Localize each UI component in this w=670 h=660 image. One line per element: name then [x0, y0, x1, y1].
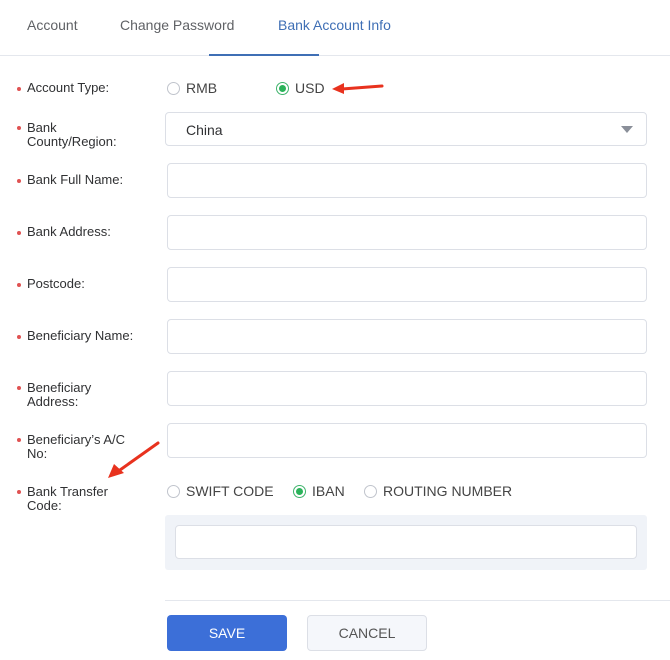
- required-dot: [17, 335, 21, 339]
- beneficiary-address-label: Beneficiary Address:: [17, 381, 157, 409]
- bank-country-select[interactable]: China: [165, 112, 647, 146]
- bank-address-input[interactable]: [167, 215, 647, 250]
- tab-bar: Account Change Password Bank Account Inf…: [0, 0, 670, 56]
- radio-circle-checked[interactable]: [293, 484, 306, 498]
- required-dot: [17, 386, 21, 390]
- required-dot: [17, 438, 21, 442]
- required-dot: [17, 126, 21, 130]
- required-dot: [17, 231, 21, 235]
- transfer-code-input[interactable]: [175, 525, 637, 559]
- postcode-label: Postcode:: [17, 277, 157, 291]
- required-dot: [17, 490, 21, 494]
- radio-circle[interactable]: [167, 484, 180, 498]
- radio-routing-number[interactable]: ROUTING NUMBER: [364, 483, 512, 499]
- save-button[interactable]: SAVE: [167, 615, 287, 651]
- bank-full-name-label: Bank Full Name:: [17, 173, 157, 187]
- radio-circle[interactable]: [167, 81, 180, 95]
- radio-swift-code[interactable]: SWIFT CODE: [167, 483, 274, 499]
- divider: [165, 600, 670, 601]
- bank-country-label: Bank County/Region:: [17, 121, 157, 149]
- active-tab-indicator: [209, 54, 319, 56]
- beneficiary-address-input[interactable]: [167, 371, 647, 406]
- caret-down-icon: [621, 126, 633, 133]
- beneficiary-name-label: Beneficiary Name:: [17, 329, 157, 343]
- transfer-code-panel: [165, 515, 647, 570]
- radio-iban[interactable]: IBAN: [293, 483, 345, 499]
- tab-bank-account-info[interactable]: Bank Account Info: [278, 17, 391, 33]
- tab-account[interactable]: Account: [27, 17, 78, 33]
- postcode-input[interactable]: [167, 267, 647, 302]
- bank-full-name-input[interactable]: [167, 163, 647, 198]
- cancel-button[interactable]: CANCEL: [307, 615, 427, 651]
- radio-circle[interactable]: [364, 484, 377, 498]
- account-type-label: Account Type:: [17, 81, 157, 95]
- radio-rmb[interactable]: RMB: [167, 80, 217, 96]
- required-dot: [17, 283, 21, 287]
- beneficiary-account-input[interactable]: [167, 423, 647, 458]
- required-dot: [17, 87, 21, 91]
- beneficiary-name-input[interactable]: [167, 319, 647, 354]
- radio-usd[interactable]: USD: [276, 80, 325, 96]
- tab-change-password[interactable]: Change Password: [120, 17, 234, 33]
- radio-circle-checked[interactable]: [276, 81, 289, 95]
- annotation-arrow-icon: [332, 83, 384, 94]
- bank-transfer-code-label: Bank Transfer Code:: [17, 485, 157, 513]
- required-dot: [17, 179, 21, 183]
- bank-address-label: Bank Address:: [17, 225, 157, 239]
- annotation-arrow-icon: [108, 441, 160, 478]
